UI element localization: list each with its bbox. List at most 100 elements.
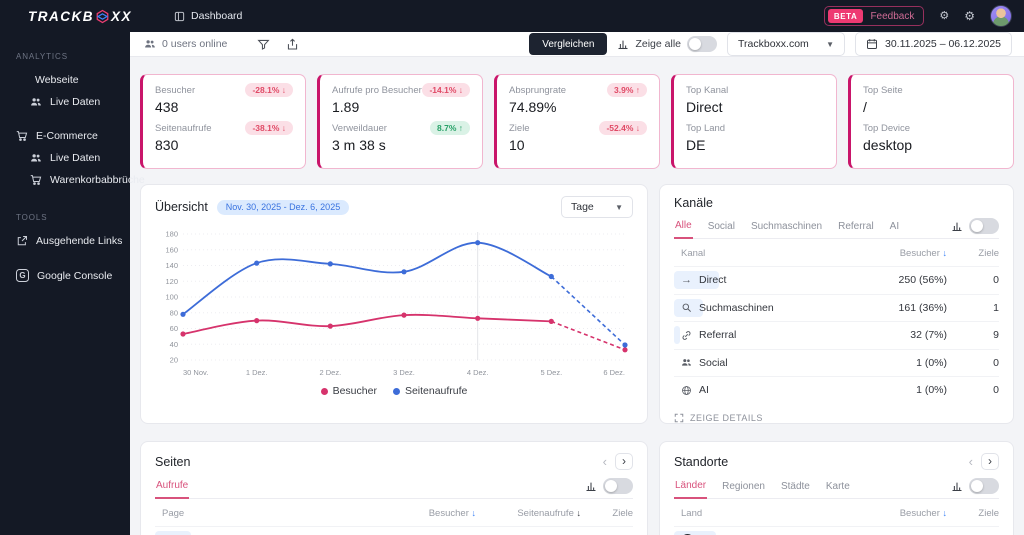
prev-page-icon[interactable]: ‹ [967, 455, 975, 468]
table-row-ai[interactable]: AI 1 (0%) 0 [674, 376, 999, 404]
site-select[interactable]: Trackboxx.com ▼ [727, 32, 845, 56]
kpi-row: Besucher -28.1% ↓ 438 Seitenaufrufe -38.… [140, 74, 1014, 169]
tab-staedte[interactable]: Städte [780, 478, 811, 498]
overview-chart-svg: 20 40 60 80 100 120 140 160 180 30 Nov. 1 Dez. 2 De… [165, 230, 628, 377]
sidebar-item-google-console[interactable]: G Google Console [0, 264, 130, 287]
next-page-icon[interactable]: › [615, 453, 633, 470]
bar-chart-icon [952, 222, 962, 231]
brand-logo: TRACKB XX [28, 9, 132, 24]
zeige-alle-toggle[interactable] [687, 36, 717, 52]
arrow-right-icon: → [681, 273, 692, 286]
bar-chart-icon [618, 40, 628, 50]
sidebar-section-tools: TOOLS [16, 213, 48, 222]
interval-select[interactable]: Tage ▼ [561, 196, 633, 218]
link-icon [681, 330, 692, 341]
panel-title: Übersicht [155, 200, 208, 214]
kpi-card-aufrufe: Aufrufe pro Besucher -14.1% ↓ 1.89 Verwe… [317, 74, 483, 169]
table-row-suchmaschinen[interactable]: Suchmaschinen 161 (36%) 1 [674, 293, 999, 322]
next-page-icon[interactable]: › [981, 453, 999, 470]
search-icon [681, 302, 692, 313]
zeige-details-button[interactable]: ZEIGE DETAILS [674, 413, 999, 423]
svg-text:100: 100 [165, 293, 178, 302]
sidebar-item-webseite[interactable]: Webseite [0, 69, 130, 91]
sort-besucher[interactable]: Besucher ↓ [381, 508, 476, 519]
panel-title: Kanäle [674, 196, 713, 210]
table-row-deutschland[interactable]: Deutschland 232 (53%) 8 [674, 526, 999, 535]
sort-besucher[interactable]: Besucher ↓ [852, 248, 947, 259]
table-row-root-page[interactable]: / 215 (35%) 347 (42%) 0 [155, 526, 633, 535]
filter-funnel-icon[interactable] [253, 34, 274, 55]
svg-text:160: 160 [165, 245, 178, 254]
standorte-panel: Standorte ‹ › Länder Regionen Städte Kar… [659, 441, 1014, 535]
tab-referral[interactable]: Referral [837, 218, 875, 238]
sidebar-item-ecommerce[interactable]: E-Commerce [0, 125, 130, 147]
standorte-chart-toggle[interactable] [969, 477, 999, 494]
tab-suchmaschinen[interactable]: Suchmaschinen [750, 218, 823, 238]
gear-icon[interactable]: ⚙ [964, 10, 975, 22]
seiten-panel: Seiten ‹ › Aufrufe Page Besucher ↓ Seite… [140, 441, 648, 535]
kanaele-panel: Kanäle Alle Social Suchmaschinen Referra… [659, 184, 1014, 424]
svg-text:120: 120 [165, 277, 178, 286]
calendar-icon [867, 39, 877, 49]
avatar[interactable] [990, 5, 1012, 27]
trend-badge: -14.1% ↓ [422, 83, 470, 97]
sidebar-item-ausgehende-links[interactable]: Ausgehende Links [0, 230, 130, 252]
table-row-referral[interactable]: Referral 32 (7%) 9 [674, 321, 999, 349]
feedback-button[interactable]: BETA Feedback [823, 6, 925, 26]
kpi-card-top-kanal: Top Kanal Direct Top Land DE [671, 74, 837, 169]
sidebar: ANALYTICS Webseite Live Daten E-Commerce… [0, 32, 145, 535]
nav-dashboard[interactable]: Dashboard [174, 10, 242, 22]
sidebar-item-live-daten-ecom[interactable]: Live Daten [0, 147, 130, 169]
users-online: 0 users online [144, 38, 227, 50]
controls-bar: 0 users online Vergleichen Zeige alle Tr… [130, 32, 1024, 57]
svg-text:3 Dez.: 3 Dez. [393, 368, 415, 377]
google-console-icon: G [16, 269, 29, 282]
kpi-card-besucher: Besucher -28.1% ↓ 438 Seitenaufrufe -38.… [140, 74, 306, 169]
svg-text:6 Dez.: 6 Dez. [603, 368, 625, 377]
svg-text:180: 180 [165, 230, 178, 239]
prev-page-icon[interactable]: ‹ [601, 455, 609, 468]
seiten-tabs: Aufrufe [155, 477, 633, 499]
tab-social[interactable]: Social [707, 218, 736, 238]
kpi-card-top-seite: Top Seite / Top Device desktop [848, 74, 1014, 169]
svg-text:140: 140 [165, 261, 178, 270]
seiten-table-header: Page Besucher ↓ Seitenaufrufe ↓ Ziele [162, 508, 633, 519]
bar-chart-icon [586, 482, 596, 491]
standorte-tabs: Länder Regionen Städte Karte [674, 477, 999, 499]
tab-aufrufe[interactable]: Aufrufe [155, 477, 190, 499]
kpi-card-absprungrate: Absprungrate 3.9% ↑ 74.89% Ziele -52.4% … [494, 74, 660, 169]
vergleichen-button[interactable]: Vergleichen [529, 33, 608, 55]
chart-date-badge: Nov. 30, 2025 - Dez. 6, 2025 [216, 199, 350, 215]
svg-text:1 Dez.: 1 Dez. [246, 368, 268, 377]
sidebar-item-live-daten-web[interactable]: Live Daten [0, 91, 130, 113]
svg-text:30 Nov.: 30 Nov. [183, 368, 208, 377]
tab-laender[interactable]: Länder [674, 477, 708, 499]
tab-karte[interactable]: Karte [825, 478, 851, 498]
standorte-table-header: Land Besucher ↓ Ziele [681, 508, 999, 519]
settings-icon[interactable]: ⚙ [939, 10, 949, 22]
svg-text:40: 40 [170, 340, 178, 349]
date-range-picker[interactable]: 30.11.2025 – 06.12.2025 [855, 32, 1012, 56]
export-icon[interactable] [282, 34, 303, 55]
sidebar-item-warenkorbabbrueche[interactable]: Warenkorbabbrüche [0, 169, 145, 191]
expand-icon [674, 413, 684, 422]
kanaele-table-header: Kanal Besucher ↓ Ziele [681, 248, 999, 259]
table-row-direct[interactable]: → Direct 250 (56%) 0 [674, 266, 999, 294]
tab-regionen[interactable]: Regionen [721, 478, 766, 498]
chart-legend: Besucher Seitenaufrufe [155, 385, 633, 397]
tab-ai[interactable]: AI [889, 218, 900, 238]
zeige-alle-control[interactable]: Zeige alle [617, 36, 717, 52]
cart-icon [16, 130, 28, 142]
svg-text:20: 20 [170, 356, 178, 365]
sidebar-section-analytics: ANALYTICS [16, 52, 68, 61]
tab-alle[interactable]: Alle [674, 217, 693, 239]
sort-besucher[interactable]: Besucher ↓ [852, 508, 947, 519]
svg-text:2 Dez.: 2 Dez. [319, 368, 341, 377]
users-icon [30, 96, 42, 108]
sort-seitenaufrufe[interactable]: Seitenaufrufe ↓ [476, 508, 581, 519]
kanaele-chart-toggle[interactable] [969, 217, 999, 234]
trend-badge: -52.4% ↓ [599, 121, 647, 135]
table-row-social[interactable]: Social 1 (0%) 0 [674, 348, 999, 377]
seiten-chart-toggle[interactable] [603, 477, 633, 494]
svg-text:80: 80 [170, 308, 178, 317]
